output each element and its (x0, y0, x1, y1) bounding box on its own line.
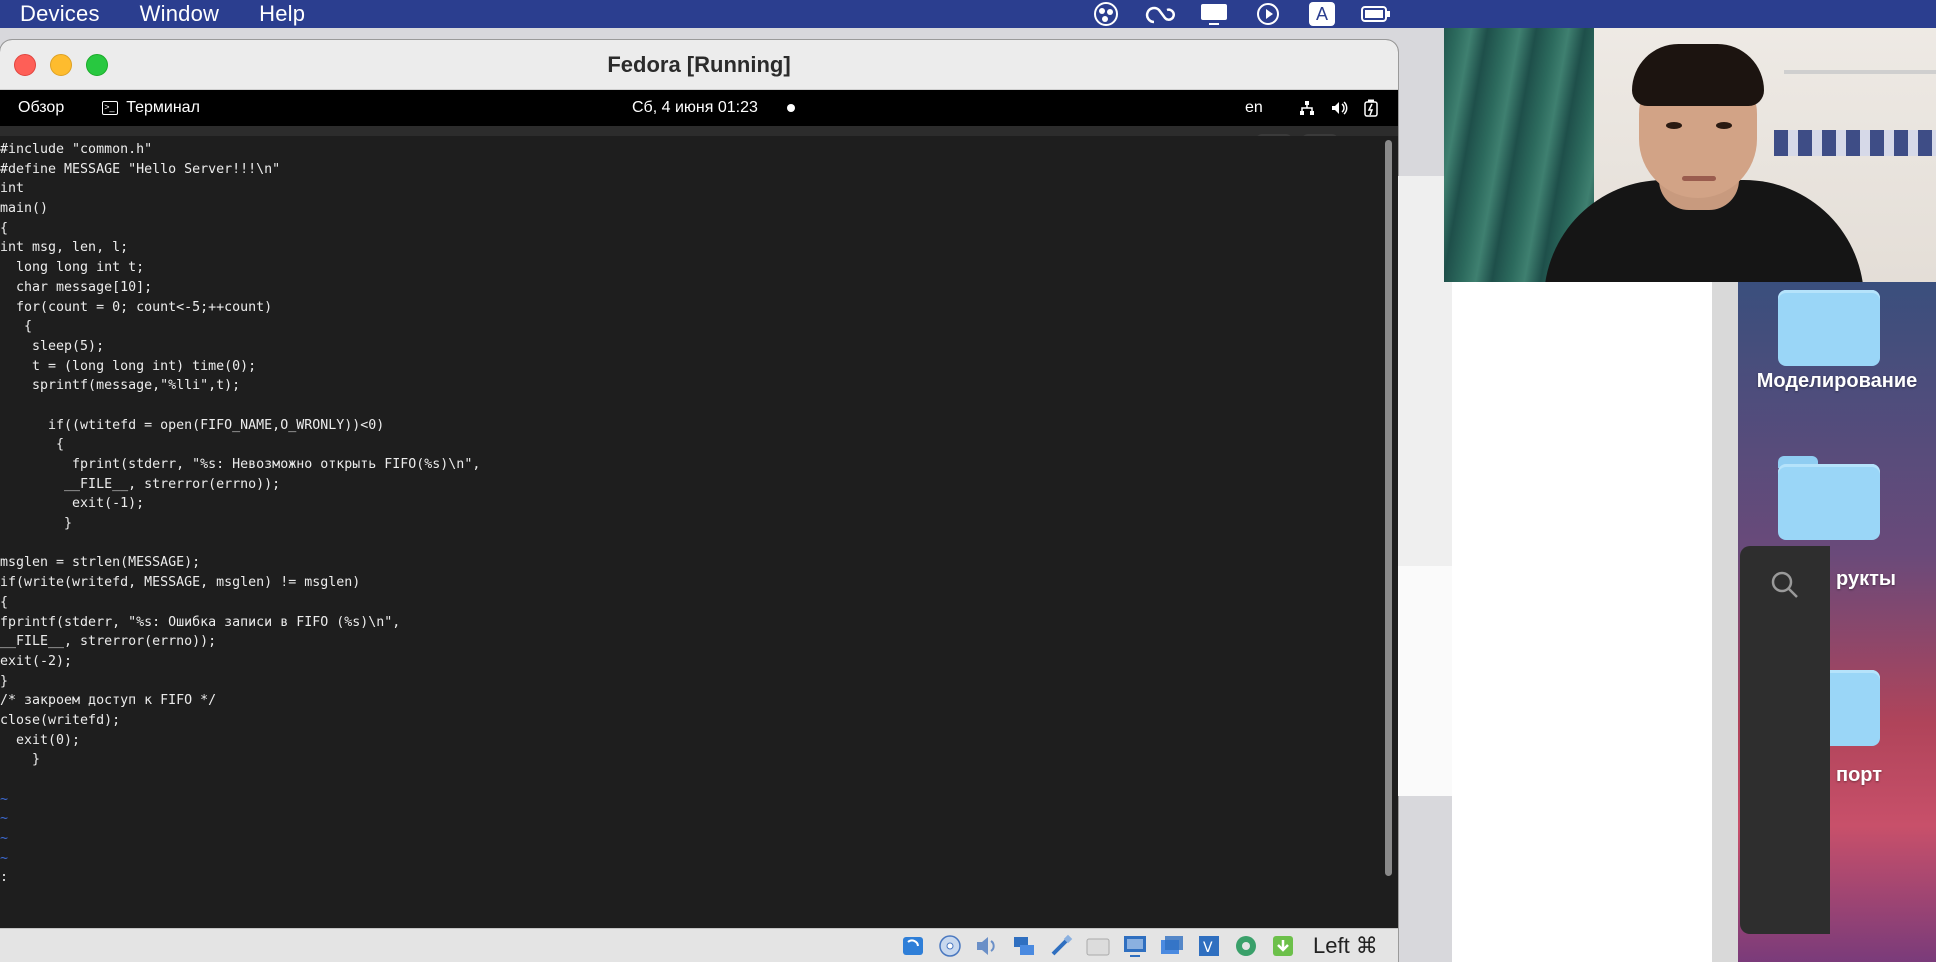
arrow-down-icon[interactable] (1268, 933, 1298, 959)
menubar-status-area: A (1090, 0, 1392, 28)
keyboard-layout-indicator[interactable]: en (1245, 90, 1263, 126)
code-line: t = (long long int) time(0); (0, 358, 257, 374)
background-window (1452, 282, 1712, 962)
vbox-titlebar: Fedora [Running] (0, 40, 1398, 90)
vi-editor-content[interactable]: #include "common.h" #define MESSAGE "Hell… (0, 140, 480, 888)
background-window-strip-lower (1398, 566, 1452, 796)
desktop-folder-icon[interactable] (1778, 456, 1880, 540)
gnome-top-bar: Обзор >_ Терминал Сб, 4 июня 01:23 en (0, 90, 1398, 126)
desktop-folder-label[interactable]: порт (1836, 764, 1882, 787)
vi-empty-line-marker: ~ (0, 850, 9, 866)
desktop-folder-icon[interactable] (1778, 282, 1880, 366)
notification-dot-icon (787, 104, 795, 112)
code-line: msglen = strlen(MESSAGE); (0, 555, 201, 571)
terminal-body[interactable]: #include "common.h" #define MESSAGE "Hell… (0, 136, 1398, 928)
code-line: #define MESSAGE "Hello Server!!!\n" (0, 161, 281, 177)
volume-icon (1330, 99, 1348, 117)
menu-help[interactable]: Help (259, 1, 305, 27)
code-line: if(write(writefd, MESSAGE, msglen) != ms… (0, 575, 361, 591)
creative-cloud-icon[interactable] (1144, 1, 1176, 27)
capture-icon[interactable] (1157, 933, 1187, 959)
input-source-icon[interactable]: A (1306, 1, 1338, 27)
code-line: exit(-2); (0, 653, 73, 669)
vi-empty-line-marker: ~ (0, 811, 9, 827)
code-line: #include "common.h" (0, 142, 153, 157)
code-line: { (0, 437, 65, 453)
network-icon[interactable] (1009, 933, 1039, 959)
display-icon[interactable] (1120, 933, 1150, 959)
code-line: __FILE__, strerror(errno)); (0, 634, 217, 650)
obs-icon[interactable] (1090, 1, 1122, 27)
code-line: for(count = 0; count<-5;++count) (0, 299, 273, 315)
optical-disk-icon[interactable] (935, 933, 965, 959)
webcam-person-eye (1666, 122, 1682, 129)
menu-devices[interactable]: Devices (20, 1, 100, 27)
code-line: sleep(5); (0, 338, 105, 354)
network-wired-icon (1298, 99, 1316, 117)
audio-icon[interactable] (972, 933, 1002, 959)
webcam-mattress (1774, 130, 1936, 156)
code-line: } (0, 673, 9, 689)
svg-text:V: V (1203, 940, 1213, 956)
background-window-edge (1712, 282, 1738, 962)
menu-window[interactable]: Window (140, 1, 219, 27)
code-line: { (0, 319, 33, 335)
code-line: { (0, 220, 9, 236)
gnome-system-menu[interactable] (1298, 90, 1380, 126)
code-line: fprint(stderr, "%s: Невозможно открыть F… (0, 457, 481, 472)
terminal-icon: >_ (102, 101, 119, 115)
code-line: main() (0, 201, 49, 217)
code-line: } (0, 752, 41, 768)
battery-charging-icon (1362, 99, 1380, 117)
hard-disk-icon[interactable] (898, 933, 928, 959)
desktop-folder-label[interactable]: Моделирование (1738, 370, 1936, 393)
vbox-window-title: Fedora [Running] (607, 52, 791, 77)
mac-menubar: Devices Window Help A (0, 0, 1936, 28)
gnome-clock[interactable]: Сб, 4 июня 01:23 (632, 90, 758, 126)
settings-icon[interactable] (1231, 933, 1261, 959)
code-line: sprintf(message,"%lli",t); (0, 378, 241, 394)
code-line: int msg, len, l; (0, 240, 129, 256)
vbox-device-icons: V Left ⌘ (898, 932, 1378, 960)
webcam-overlay (1444, 0, 1936, 282)
usb-icon[interactable] (1046, 933, 1076, 959)
code-line: exit(0); (0, 732, 81, 748)
gnome-overview-button[interactable]: Обзор (18, 99, 64, 117)
code-line: fprintf(stderr, "%s: Ошибка записи в FIF… (0, 614, 401, 630)
code-line: long long int t; (0, 260, 145, 276)
code-line: __FILE__, strerror(errno)); (0, 476, 281, 492)
code-line: close(writefd); (0, 712, 121, 728)
desktop-folder-label[interactable]: рукты (1836, 568, 1896, 591)
battery-icon[interactable] (1360, 1, 1392, 27)
vi-empty-line-marker: ~ (0, 791, 9, 807)
code-line: { (0, 594, 9, 610)
code-line: int (0, 181, 25, 197)
play-circle-icon[interactable] (1252, 1, 1284, 27)
vi-empty-line-marker: ~ (0, 831, 9, 847)
vbox-status-bar: V Left ⌘ (0, 928, 1398, 962)
code-line: char message[10]; (0, 279, 153, 295)
terminal-scrollbar[interactable] (1385, 140, 1392, 876)
screen-share-icon[interactable] (1198, 1, 1230, 27)
code-line: } (0, 516, 73, 532)
code-line: : (0, 870, 9, 886)
code-line: exit(-1); (0, 496, 145, 512)
gnome-app-label: Терминал (126, 99, 200, 116)
search-icon (1770, 570, 1800, 605)
code-line: if((wtitefd = open(FIFO_NAME,O_WRONLY))<… (0, 417, 385, 433)
webcam-person-mouth (1682, 176, 1716, 181)
spotlight-panel[interactable] (1740, 546, 1830, 934)
code-line: /* закроем доступ к FIFO */ (0, 693, 217, 709)
webcam-bunk-bed (1784, 70, 1936, 180)
vbox-logo-icon[interactable]: V (1194, 933, 1224, 959)
webcam-person-hair (1632, 44, 1764, 106)
shared-folder-icon[interactable] (1083, 933, 1113, 959)
webcam-person-eye (1716, 122, 1732, 129)
gnome-app-menu[interactable]: >_ Терминал (102, 99, 200, 117)
host-key-indicator: Left ⌘ (1313, 933, 1378, 958)
